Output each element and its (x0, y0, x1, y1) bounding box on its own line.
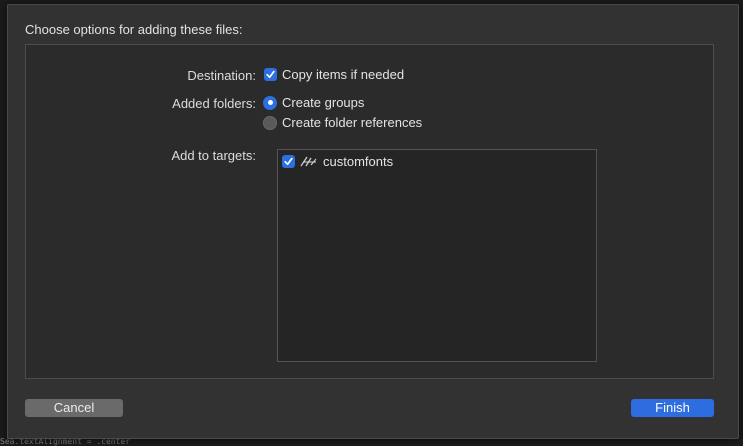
dialog-heading: Choose options for adding these files: (25, 22, 243, 37)
checkmark-icon (264, 68, 277, 81)
added-folders-label: Added folders: (172, 96, 256, 111)
create-folder-references-radio[interactable]: Create folder references (263, 115, 422, 130)
radio-selected-icon (263, 95, 277, 110)
destination-label: Destination: (187, 68, 256, 83)
background-code-line: Sea.textAlignment = .center (0, 438, 743, 446)
copy-items-checkbox[interactable]: Copy items if needed (264, 67, 404, 82)
add-files-dialog: Choose options for adding these files: D… (7, 4, 739, 439)
targets-label: Add to targets: (171, 148, 256, 163)
app-target-icon (300, 155, 318, 168)
cancel-button[interactable]: Cancel (25, 399, 123, 417)
target-customfonts[interactable]: customfonts (282, 154, 393, 169)
checkmark-icon[interactable] (282, 155, 295, 168)
radio-unselected-icon (263, 115, 277, 130)
create-folder-references-label: Create folder references (282, 115, 423, 130)
copy-items-label: Copy items if needed (282, 67, 405, 82)
create-groups-label: Create groups (282, 95, 365, 110)
finish-button[interactable]: Finish (631, 399, 714, 417)
targets-list[interactable]: customfonts (277, 149, 597, 362)
options-panel: Destination: Copy items if needed Added … (25, 44, 714, 379)
create-groups-radio[interactable]: Create groups (263, 95, 364, 110)
target-label: customfonts (323, 154, 394, 169)
